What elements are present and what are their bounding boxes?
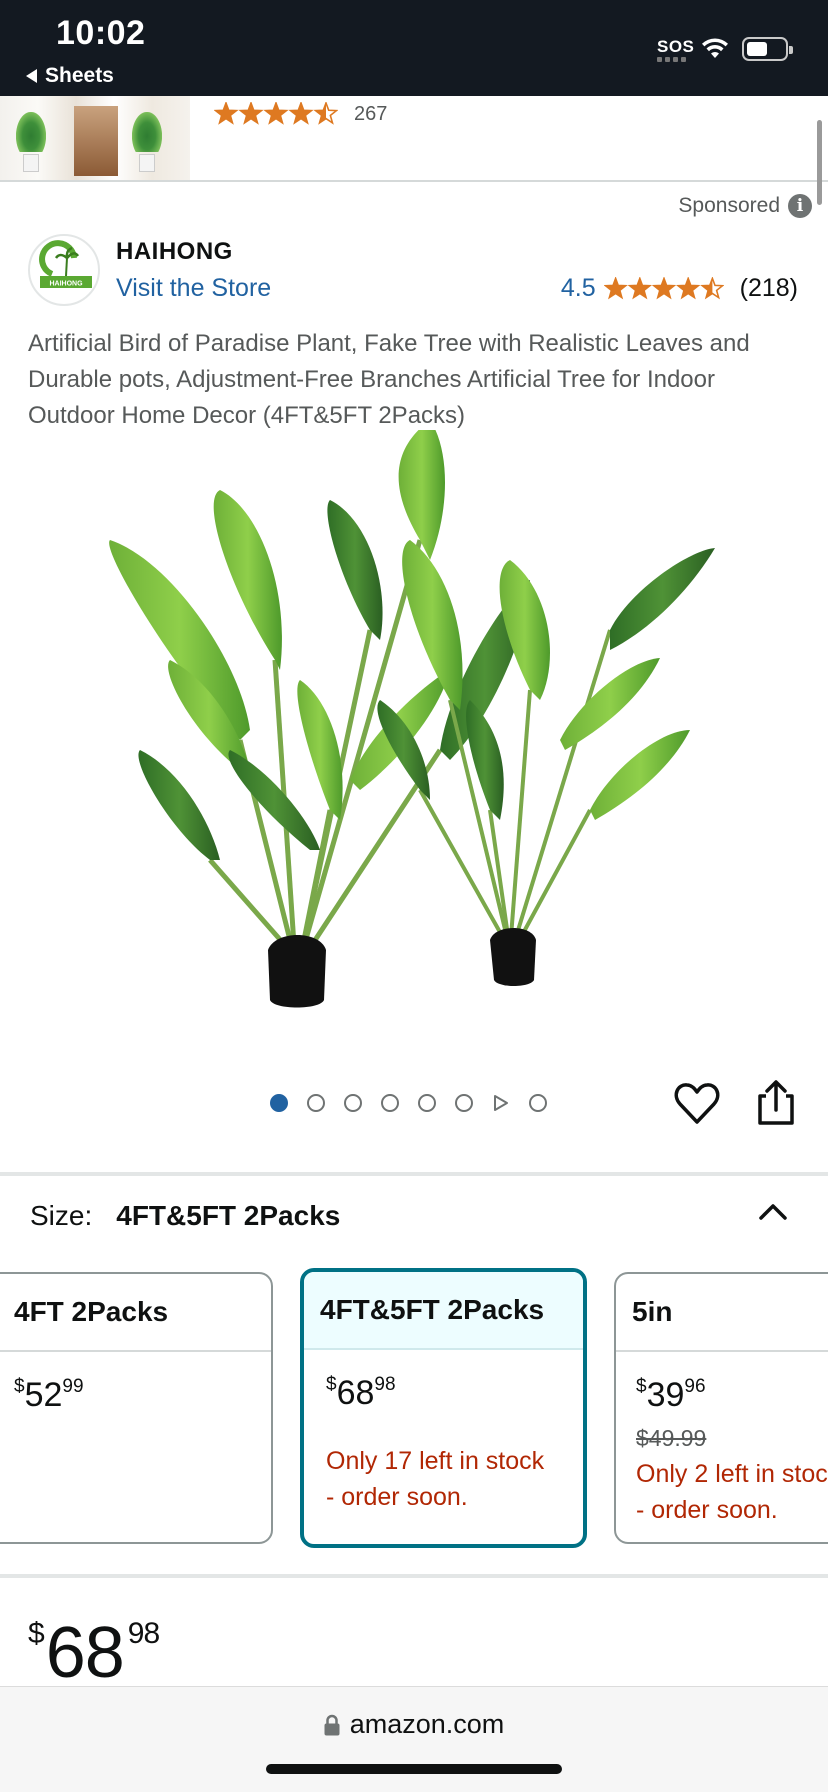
previous-product-thumbnail[interactable] <box>0 96 190 180</box>
sos-indicator: SOS <box>657 37 695 56</box>
rating-value: 4.5 <box>560 274 596 302</box>
size-option[interactable]: 5in $3996 $49.99 Only 2 left in stock - … <box>614 1272 828 1544</box>
star-fill <box>215 103 237 123</box>
price-dollars: 68 <box>45 1613 125 1693</box>
product-title: Artificial Bird of Paradise Plant, Fake … <box>28 330 750 429</box>
previous-product-row[interactable]: 267 <box>0 96 828 182</box>
home-indicator[interactable] <box>266 1764 562 1774</box>
video-indicator-icon[interactable] <box>492 1094 510 1112</box>
back-app-label: Sheets <box>45 64 114 87</box>
stock-warning: Only 17 left in stock - order soon. <box>326 1447 545 1511</box>
size-option[interactable]: 4FT 2Packs $5299 <box>0 1272 273 1544</box>
star-fill <box>290 103 312 123</box>
section-divider <box>0 1172 828 1176</box>
share-icon[interactable] <box>756 1080 796 1126</box>
browser-address-bar[interactable]: amazon.com <box>0 1686 828 1792</box>
status-time: 10:02 <box>56 14 146 52</box>
size-option-name: 4FT 2Packs <box>0 1274 271 1352</box>
stock-warning: Only 2 left in stock - order soon. <box>636 1460 828 1524</box>
pagination-dot[interactable] <box>455 1094 473 1112</box>
pagination-dot[interactable] <box>381 1094 399 1112</box>
url-text: amazon.com <box>349 1709 505 1739</box>
previous-product-rating-count: 267 <box>354 102 388 125</box>
star-fill <box>240 103 262 123</box>
size-option-name: 4FT&5FT 2Packs <box>304 1272 583 1350</box>
rating-count: (218) <box>739 274 798 302</box>
wifi-icon <box>702 38 728 58</box>
pagination-dot[interactable] <box>344 1094 362 1112</box>
product-rating[interactable]: 4.5 (218) <box>561 274 798 303</box>
star-fill <box>653 277 674 298</box>
chevron-up-icon[interactable] <box>758 1200 788 1224</box>
pagination-dot[interactable] <box>307 1094 325 1112</box>
info-icon[interactable]: i <box>788 194 812 218</box>
status-bar: 10:02 Sheets SOS <box>0 0 828 96</box>
back-to-app-button[interactable]: Sheets <box>26 64 114 88</box>
price-cents: 98 <box>127 1617 160 1650</box>
pagination-dot[interactable] <box>418 1094 436 1112</box>
sponsored-text: Sponsored <box>678 194 780 217</box>
star-fill <box>605 277 626 298</box>
size-label: Size: <box>30 1200 93 1231</box>
visit-store-link[interactable]: Visit the Store <box>116 274 271 303</box>
size-option-price: $3996 <box>636 1376 706 1414</box>
previous-product-rating: 267 <box>214 102 387 126</box>
pagination-dot[interactable] <box>270 1094 288 1112</box>
size-selector-header[interactable]: Size: 4FT&5FT 2Packs <box>30 1200 340 1232</box>
size-option-name: 5in <box>616 1274 828 1352</box>
star-fill <box>677 277 698 298</box>
lock-icon <box>324 1714 340 1735</box>
section-divider <box>0 1574 828 1578</box>
scroll-indicator <box>817 120 822 205</box>
star-fill <box>265 103 287 123</box>
battery-icon <box>742 37 793 61</box>
image-pagination[interactable] <box>270 1094 547 1112</box>
list-price: $49.99 <box>636 1425 707 1451</box>
star-fill <box>629 277 650 298</box>
palm-tree-logo-icon: HAIHONG <box>39 240 92 288</box>
price-currency: $ <box>28 1617 45 1650</box>
size-selected-value: 4FT&5FT 2Packs <box>116 1200 341 1231</box>
brand-logo-text: HAIHONG <box>49 281 83 288</box>
product-price: $68 98 <box>28 1612 160 1694</box>
signal-icon <box>657 57 686 62</box>
heart-icon[interactable] <box>674 1082 720 1126</box>
star-rating-icon <box>603 276 724 299</box>
back-arrow-icon <box>26 69 37 83</box>
size-option-price: $5299 <box>14 1376 84 1414</box>
star-rating-icon <box>214 102 338 125</box>
product-image[interactable] <box>90 430 740 1030</box>
brand-name: HAIHONG <box>116 238 233 265</box>
brand-logo[interactable]: HAIHONG <box>28 234 100 306</box>
size-option-price: $6898 <box>326 1374 396 1412</box>
pagination-dot[interactable] <box>529 1094 547 1112</box>
sponsored-label[interactable]: Sponsored i <box>678 194 812 218</box>
size-option-selected[interactable]: 4FT&5FT 2Packs $6898 Only 17 left in sto… <box>300 1268 587 1548</box>
